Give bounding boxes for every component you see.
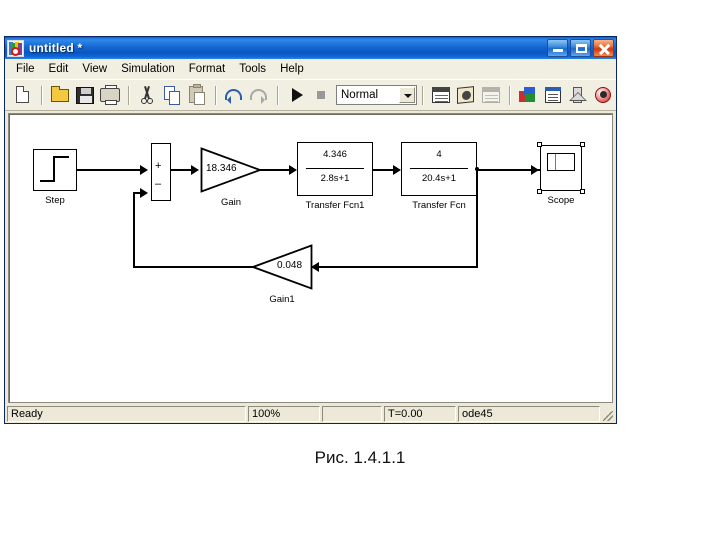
- selection-handle[interactable]: [537, 142, 542, 147]
- wire-feedback-down: [476, 169, 478, 268]
- block-gain1[interactable]: 0.048: [250, 244, 313, 290]
- close-button[interactable]: [593, 39, 614, 57]
- block-label-gain1: Gain1: [269, 294, 295, 305]
- simulation-mode-value: Normal: [341, 89, 379, 101]
- toolbar-separator: [215, 85, 217, 105]
- paste-icon[interactable]: [185, 83, 209, 107]
- resize-grip[interactable]: [602, 406, 614, 422]
- menu-item-file[interactable]: File: [9, 61, 42, 77]
- help-icon[interactable]: [591, 83, 615, 107]
- block-transfer-fcn[interactable]: 4 20.4s+1: [401, 142, 477, 196]
- tf1-fraction-bar: [306, 168, 364, 170]
- update-diagram-icon[interactable]: [429, 83, 453, 107]
- menu-item-edit[interactable]: Edit: [42, 61, 76, 77]
- model-canvas[interactable]: Step + – 18.346 Gain 4.346 2.8s+1 Transf…: [8, 113, 613, 403]
- tf-fraction-bar: [410, 168, 468, 170]
- start-simulation-icon[interactable]: [284, 83, 308, 107]
- toolbar-separator: [277, 85, 279, 105]
- arrow-tf1-input: [289, 165, 297, 175]
- menu-item-format[interactable]: Format: [182, 61, 232, 77]
- sum-minus-sign: –: [155, 178, 162, 190]
- menu-bar: File Edit View Simulation Format Tools H…: [5, 59, 616, 80]
- block-gain[interactable]: 18.346: [200, 147, 263, 193]
- new-model-icon[interactable]: [11, 83, 35, 107]
- model-explorer-icon[interactable]: [541, 83, 565, 107]
- status-zoom: 100%: [248, 406, 320, 422]
- gain1-value: 0.048: [277, 260, 303, 271]
- block-label-gain: Gain: [220, 197, 242, 208]
- copy-icon[interactable]: [160, 83, 184, 107]
- gain-value: 18.346: [206, 163, 237, 174]
- wire-step-to-sum: [77, 169, 143, 171]
- title-bar[interactable]: untitled *: [5, 37, 616, 59]
- status-time: T=0.00: [384, 406, 456, 422]
- window-title: untitled *: [29, 41, 83, 55]
- status-solver: ode45: [458, 406, 600, 422]
- toolbar: Normal: [5, 80, 616, 111]
- selection-handle[interactable]: [537, 189, 542, 194]
- maximize-button[interactable]: [570, 39, 591, 57]
- minimize-button[interactable]: [547, 39, 568, 57]
- selection-handle[interactable]: [580, 142, 585, 147]
- block-transfer-fcn1[interactable]: 4.346 2.8s+1: [297, 142, 373, 196]
- block-label-transfer-fcn: Transfer Fcn: [412, 200, 466, 211]
- sum-plus-sign: +: [155, 160, 162, 172]
- status-blank: [322, 406, 382, 422]
- arrow-gain-input: [191, 165, 199, 175]
- status-bar: Ready 100% T=0.00 ode45: [5, 405, 616, 423]
- toolbar-separator: [422, 85, 424, 105]
- window-controls: [547, 39, 614, 57]
- tf-numerator: 4: [436, 149, 442, 160]
- wire-gain1-to-sum: [133, 266, 253, 268]
- redo-icon[interactable]: [247, 83, 271, 107]
- go-to-parent-icon[interactable]: [566, 83, 590, 107]
- wire-feedback-to-gain1: [319, 266, 477, 268]
- chevron-down-icon[interactable]: [399, 87, 415, 103]
- block-label-step: Step: [45, 195, 65, 206]
- undo-icon[interactable]: [222, 83, 246, 107]
- arrow-scope-input: [531, 165, 539, 175]
- wire-feedback-up: [133, 192, 135, 268]
- block-label-scope: Scope: [547, 195, 575, 206]
- build-model-icon[interactable]: [454, 83, 478, 107]
- tf1-numerator: 4.346: [323, 149, 347, 160]
- simulink-model-window: untitled * File Edit View Simulation For…: [4, 36, 617, 424]
- cut-icon[interactable]: [135, 83, 159, 107]
- toolbar-separator: [509, 85, 511, 105]
- print-icon[interactable]: [98, 83, 122, 107]
- menu-item-tools[interactable]: Tools: [232, 61, 273, 77]
- tf-denominator: 20.4s+1: [421, 173, 457, 184]
- simulation-mode-select[interactable]: Normal: [336, 85, 417, 105]
- figure-caption: Рис. 1.4.1.1: [314, 448, 406, 467]
- arrow-tf-input: [393, 165, 401, 175]
- debug-icon[interactable]: [479, 83, 503, 107]
- menu-item-view[interactable]: View: [75, 61, 114, 77]
- block-sum[interactable]: + –: [151, 143, 171, 201]
- open-model-icon[interactable]: [48, 83, 72, 107]
- selection-handle[interactable]: [580, 189, 585, 194]
- toolbar-separator: [128, 85, 130, 105]
- block-scope[interactable]: [537, 142, 585, 194]
- matlab-membrane-icon: [7, 39, 24, 57]
- block-label-transfer-fcn1: Transfer Fcn1: [305, 200, 365, 211]
- toolbar-separator: [41, 85, 43, 105]
- block-step[interactable]: [33, 149, 77, 191]
- arrow-sum-plus-input: [140, 165, 148, 175]
- stop-simulation-icon[interactable]: [309, 83, 333, 107]
- menu-item-simulation[interactable]: Simulation: [114, 61, 182, 77]
- library-browser-icon[interactable]: [516, 83, 540, 107]
- save-icon[interactable]: [73, 83, 97, 107]
- wire-feedback-into-sum: [133, 192, 143, 194]
- tf1-denominator: 2.8s+1: [320, 173, 350, 184]
- menu-item-help[interactable]: Help: [273, 61, 311, 77]
- canvas-area: Step + – 18.346 Gain 4.346 2.8s+1 Transf…: [5, 111, 616, 405]
- status-state: Ready: [7, 406, 246, 422]
